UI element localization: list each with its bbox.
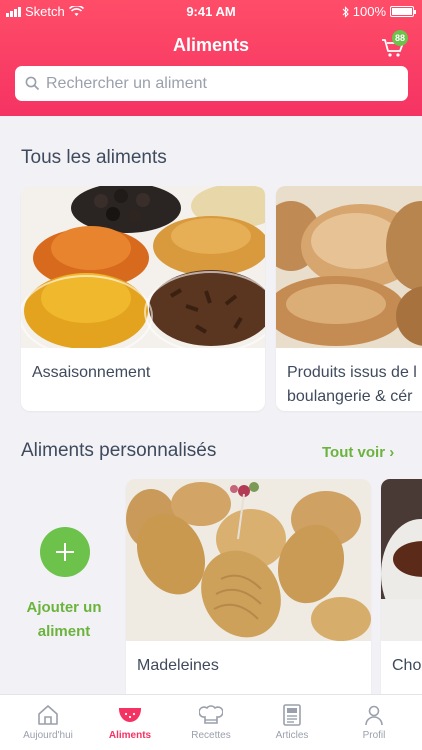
card-label-line2: boulangerie & cér (287, 388, 413, 405)
tab-label: Aliments (108, 730, 152, 741)
battery-icon (390, 6, 416, 17)
tab-articles[interactable]: Articles (250, 703, 334, 741)
add-food-button[interactable] (40, 527, 90, 577)
tab-bar: Aujourd'hui Aliments Recettes Articles P… (0, 694, 422, 750)
tab-label: Articles (275, 730, 309, 741)
custom-food-card-madeleines[interactable]: Madeleines (126, 479, 371, 709)
search-input[interactable] (46, 74, 386, 93)
spices-photo (21, 186, 265, 348)
status-bar: Sketch 9:41 AM 100% (0, 0, 422, 22)
section-title-all-foods: Tous les aliments (21, 147, 167, 168)
see-all-label: Tout voir (322, 444, 386, 461)
person-icon (365, 705, 383, 726)
watermelon-icon (119, 708, 141, 722)
card-label-line1: Produits issus de l (287, 364, 417, 381)
tab-foods[interactable]: Aliments (88, 703, 172, 741)
food-category-card-bakery[interactable]: Produits issus de l boulangerie & cér (276, 186, 422, 411)
header-bar: Sketch 9:41 AM 100% Aliments 88 (0, 0, 422, 116)
battery-percent: 100% (352, 4, 386, 19)
page-title: Aliments (172, 35, 250, 55)
section-title-custom-foods: Aliments personnalisés (21, 440, 217, 461)
tab-label: Recettes (191, 730, 231, 741)
search-icon (25, 76, 40, 91)
card-label: Assaisonnement (32, 364, 151, 381)
home-icon (38, 705, 58, 725)
see-all-link[interactable]: Tout voir › (322, 444, 394, 461)
madeleines-photo (126, 479, 371, 641)
card-label: Produits issus de l boulangerie & cér (287, 361, 417, 409)
bluetooth-icon (342, 5, 349, 18)
tab-recipes[interactable]: Recettes (169, 703, 253, 741)
add-food-label[interactable]: Ajouter un aliment (14, 596, 114, 644)
cart-count-badge: 88 (392, 30, 408, 46)
bread-photo (276, 186, 422, 348)
chef-hat-icon (199, 705, 223, 724)
custom-food-card-chocolate[interactable]: Cho (381, 479, 422, 709)
chevron-right-icon: › (389, 444, 395, 461)
tab-today[interactable]: Aujourd'hui (6, 703, 90, 741)
search-bar[interactable] (15, 66, 408, 101)
tab-label: Profil (362, 730, 386, 741)
tab-profile[interactable]: Profil (332, 703, 416, 741)
card-label: Madeleines (137, 657, 219, 674)
card-label: Cho (392, 657, 422, 674)
chocolate-photo (381, 479, 422, 641)
tab-label: Aujourd'hui (23, 730, 73, 741)
food-category-card-seasoning[interactable]: Assaisonnement (21, 186, 265, 411)
article-icon (283, 704, 301, 726)
